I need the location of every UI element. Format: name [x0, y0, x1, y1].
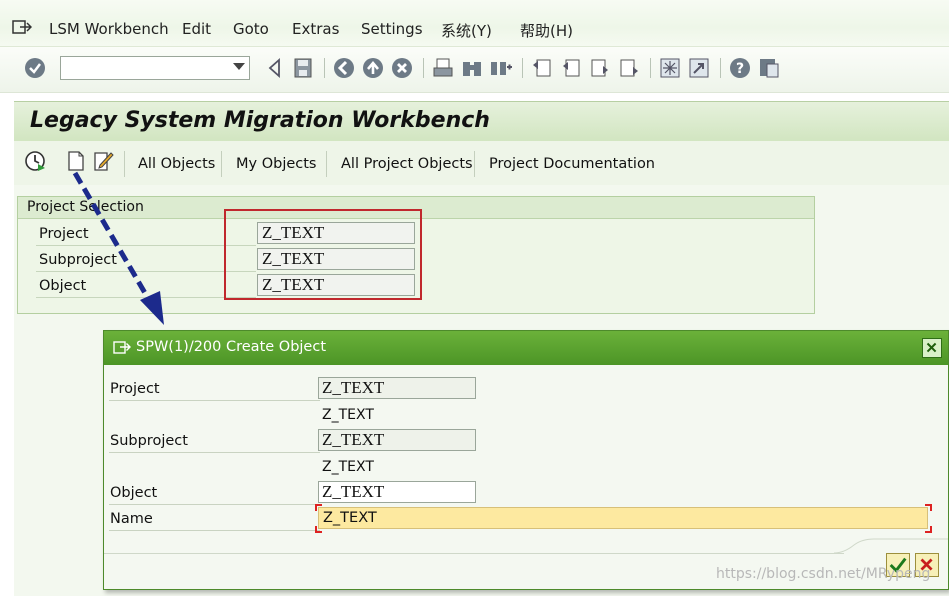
- watermark: https://blog.csdn.net/MRypeng: [716, 566, 931, 582]
- menu-edit[interactable]: Edit: [182, 20, 211, 38]
- menu-extras[interactable]: Extras: [292, 20, 339, 38]
- required-marker: [925, 526, 932, 533]
- back-icon[interactable]: [264, 57, 286, 79]
- dialog-project-label: Project: [110, 381, 160, 397]
- highlight-box: [224, 209, 422, 300]
- dialog-subproject-label: Subproject: [110, 433, 188, 449]
- find-icon[interactable]: [461, 57, 483, 79]
- dialog-name-label: Name: [110, 511, 153, 527]
- menu-lsm-workbench[interactable]: LSM Workbench: [49, 20, 169, 38]
- separator: [650, 58, 651, 78]
- svg-text:?: ?: [736, 61, 744, 77]
- separator: [221, 151, 222, 177]
- my-objects-button[interactable]: My Objects: [236, 156, 316, 172]
- previous-page-icon[interactable]: [560, 57, 582, 79]
- cancel-icon[interactable]: [391, 57, 413, 79]
- layout-icon[interactable]: [758, 57, 780, 79]
- separator: [474, 151, 475, 177]
- chevron-down-icon[interactable]: [233, 63, 245, 70]
- save-icon[interactable]: [292, 57, 314, 79]
- dialog-footer-divider: [104, 553, 844, 554]
- next-page-icon[interactable]: [589, 57, 611, 79]
- dialog-subproject-field[interactable]: Z_TEXT: [318, 429, 476, 451]
- separator: [324, 58, 325, 78]
- create-object-dialog: SPW(1)/200 Create Object Project Z_TEXT …: [103, 330, 949, 590]
- required-marker: [315, 526, 322, 533]
- separator: [720, 58, 721, 78]
- menu-help[interactable]: 帮助(H): [520, 20, 573, 41]
- close-icon[interactable]: [922, 338, 942, 358]
- print-icon[interactable]: [432, 57, 454, 79]
- dialog-project-field[interactable]: Z_TEXT: [318, 377, 476, 399]
- dialog-subproject-description: Z_TEXT: [322, 459, 374, 475]
- dialog-name-field[interactable]: Z_TEXT: [318, 507, 928, 529]
- last-page-icon[interactable]: [618, 57, 640, 79]
- dialog-title-bar[interactable]: SPW(1)/200 Create Object: [104, 331, 948, 365]
- menu-settings[interactable]: Settings: [361, 20, 423, 38]
- shortcut-icon[interactable]: [688, 57, 710, 79]
- divider: [109, 530, 320, 531]
- menu-icon[interactable]: [12, 18, 32, 36]
- menu-goto[interactable]: Goto: [233, 20, 269, 38]
- help-icon[interactable]: ?: [729, 57, 751, 79]
- separator: [522, 58, 523, 78]
- back-nav-icon[interactable]: [333, 57, 355, 79]
- separator: [423, 58, 424, 78]
- menu-bar: LSM Workbench Edit Goto Extras Settings …: [0, 0, 949, 47]
- enter-icon[interactable]: [24, 57, 46, 79]
- command-field[interactable]: [60, 56, 250, 80]
- first-page-icon[interactable]: [531, 57, 553, 79]
- dialog-project-description: Z_TEXT: [322, 407, 374, 423]
- menu-system[interactable]: 系统(Y): [441, 20, 492, 41]
- required-marker: [315, 504, 322, 511]
- title-bar: Legacy System Migration Workbench: [14, 101, 949, 142]
- exit-icon[interactable]: [362, 57, 384, 79]
- divider: [109, 452, 320, 453]
- separator: [326, 151, 327, 177]
- create-session-icon[interactable]: [659, 57, 681, 79]
- dialog-object-label: Object: [110, 485, 158, 501]
- dialog-object-field[interactable]: Z_TEXT: [318, 481, 476, 503]
- divider: [109, 400, 320, 401]
- execute-icon[interactable]: [24, 150, 46, 172]
- menu-icon[interactable]: [113, 339, 131, 355]
- dialog-title: SPW(1)/200 Create Object: [136, 339, 327, 355]
- divider: [109, 504, 320, 505]
- annotation-arrow: [72, 171, 164, 325]
- page-title: Legacy System Migration Workbench: [30, 108, 490, 133]
- required-marker: [925, 504, 932, 511]
- all-project-objects-button[interactable]: All Project Objects: [341, 156, 473, 172]
- project-documentation-button[interactable]: Project Documentation: [489, 156, 655, 172]
- find-next-icon[interactable]: [490, 57, 512, 79]
